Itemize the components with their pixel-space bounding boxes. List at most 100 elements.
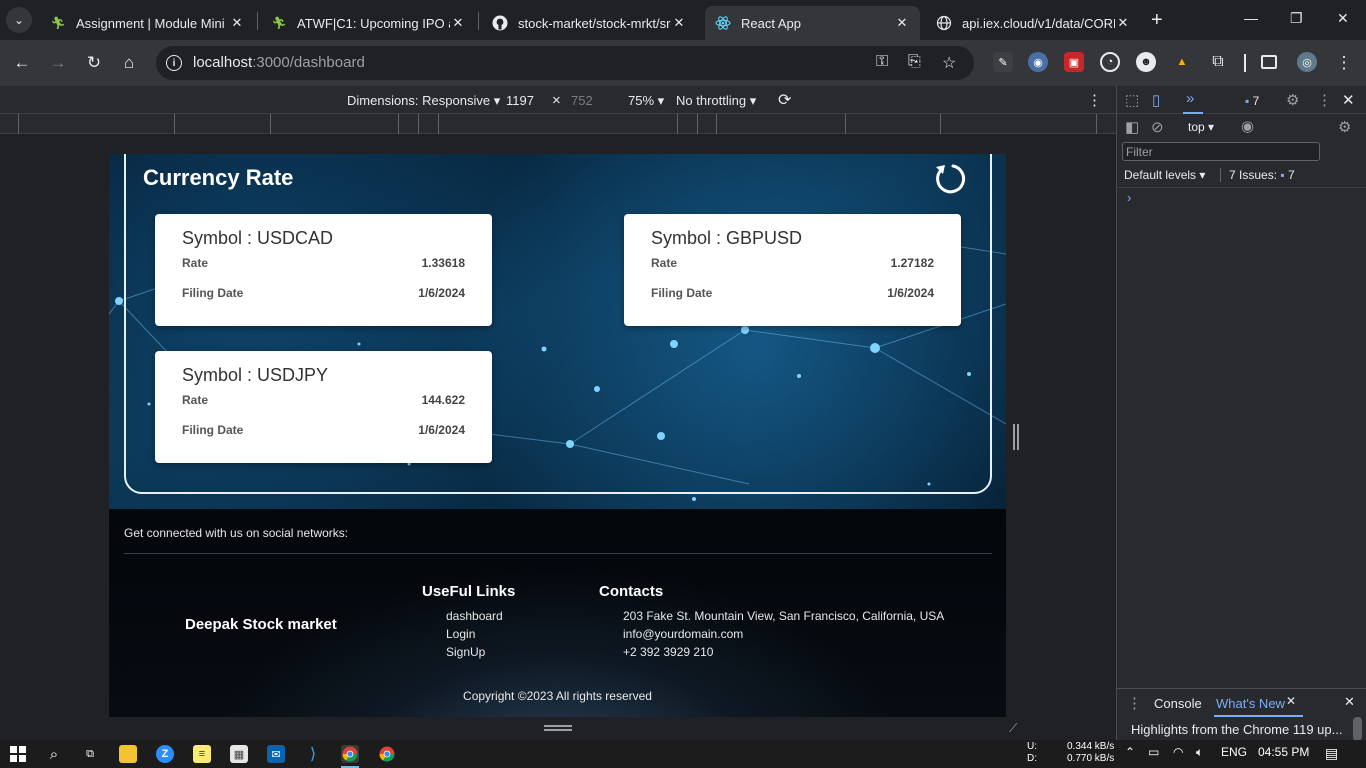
close-window-button[interactable]: ✕ [1337, 10, 1349, 27]
home-button[interactable]: ⌂ [118, 53, 140, 73]
mail-icon[interactable]: ✉ [267, 745, 285, 763]
forward-button[interactable]: → [47, 53, 69, 73]
tab-react-app[interactable]: React App ✕ [705, 6, 920, 40]
live-expression-eye-icon[interactable]: ◉ [1241, 117, 1254, 135]
site-info-icon[interactable]: i [166, 55, 182, 71]
console-prompt-icon[interactable]: › [1127, 190, 1131, 205]
height-input[interactable]: 752 [571, 93, 593, 108]
kebab-menu-icon[interactable]: ⋮ [1333, 53, 1355, 73]
tab-github[interactable]: stock-market/stock-mrkt/src ✕ [482, 6, 697, 40]
bookmark-star-icon[interactable]: ☆ [942, 53, 956, 73]
issues-count: 7 [1252, 94, 1260, 108]
devtools-menu-icon[interactable]: ⋮ [1317, 91, 1332, 109]
key-icon[interactable]: ⚿ [876, 53, 888, 71]
drawer-scrollbar[interactable] [1353, 717, 1362, 741]
new-tab-button[interactable]: + [1151, 10, 1163, 30]
sidebar-toggle-icon[interactable]: ◧ [1125, 118, 1139, 136]
footer-link-dashboard[interactable]: dashboard [446, 609, 503, 623]
task-view-icon[interactable]: ⧉ [81, 745, 99, 763]
extensions-puzzle-icon[interactable]: ⧉ [1208, 52, 1228, 72]
refresh-icon[interactable] [933, 162, 967, 201]
battery-icon[interactable]: ▭ [1148, 745, 1159, 759]
context-select[interactable]: top ▾ [1188, 120, 1214, 134]
extension-pen-icon[interactable]: ✎ [993, 52, 1013, 72]
zoom-app-icon[interactable]: Z [156, 745, 174, 763]
swap-dimensions-icon[interactable]: × [552, 92, 561, 109]
toolbar-divider [1244, 54, 1246, 72]
close-tab-icon[interactable]: ✕ [671, 15, 687, 31]
tray-chevron-icon[interactable]: ⌃ [1125, 745, 1135, 759]
issues-counter[interactable]: ▪ 7 [1245, 94, 1259, 108]
language-indicator[interactable]: ENG [1221, 745, 1247, 759]
levels-select[interactable]: Default levels ▾ [1124, 168, 1205, 182]
vscode-icon[interactable]: ⟩ [304, 745, 322, 763]
useful-links-heading: UseFul Links [422, 583, 516, 600]
extension-blue-icon[interactable]: ◉ [1028, 52, 1048, 72]
tab-search-button[interactable]: ⌄ [6, 7, 32, 33]
filing-date-row: Filing Date 1/6/2024 [182, 423, 465, 437]
drawer-tab-whats-new[interactable]: What's New [1214, 696, 1303, 717]
close-tab-icon[interactable]: ✕ [894, 15, 910, 31]
console-settings-icon[interactable]: ⚙ [1338, 118, 1351, 136]
close-devtools-icon[interactable]: ✕ [1342, 91, 1355, 109]
wifi-icon[interactable]: ◠ [1173, 745, 1183, 759]
url-text[interactable]: localhost:3000/dashboard [193, 54, 365, 71]
file-explorer-icon[interactable] [119, 745, 137, 763]
notepad-icon[interactable]: ≡ [193, 745, 211, 763]
runner-icon: 🏃︎ [50, 16, 66, 30]
profile-avatar[interactable]: ◎ [1297, 52, 1317, 72]
chrome-active-icon[interactable] [341, 745, 359, 763]
tab-assignment[interactable]: 🏃︎ Assignment | Module Mini P ✕ [40, 6, 255, 40]
notifications-icon[interactable]: ▤ [1325, 745, 1338, 762]
clear-console-icon[interactable]: ⊘ [1151, 118, 1164, 136]
viewport-height-resize-handle[interactable] [544, 725, 572, 731]
install-app-icon[interactable]: ⎘ [908, 53, 921, 71]
chrome-icon[interactable] [378, 745, 396, 763]
rotate-icon[interactable]: ⟳ [778, 90, 791, 110]
device-toggle-icon[interactable]: ▯ [1152, 91, 1160, 109]
reload-button[interactable]: ↻ [83, 53, 105, 73]
issues-link[interactable]: 7 Issues: ▪ 7 [1229, 168, 1295, 182]
store-icon[interactable]: ▦ [230, 745, 248, 763]
viewport-corner-resize-handle[interactable]: ⟋ [1009, 721, 1017, 736]
restore-button[interactable]: ❐ [1290, 10, 1303, 27]
media-query-ruler[interactable] [0, 114, 1116, 134]
minimize-button[interactable]: — [1244, 10, 1258, 26]
back-button[interactable]: ← [11, 53, 33, 73]
close-drawer-icon[interactable]: ✕ [1344, 694, 1355, 710]
search-icon[interactable]: ⌕ [45, 745, 63, 763]
settings-gear-icon[interactable]: ⚙ [1286, 91, 1299, 109]
viewport-width-resize-handle[interactable] [1013, 424, 1019, 450]
close-drawer-tab-icon[interactable]: ✕ [1286, 694, 1296, 708]
throttle-select[interactable]: No throttling ▾ [676, 93, 756, 109]
extension-red-icon[interactable]: ▣ [1064, 52, 1084, 72]
address-bar[interactable]: i localhost:3000/dashboard ⚿ ⎘ ☆ [156, 46, 974, 80]
footer-link-signup[interactable]: SignUp [446, 645, 485, 659]
dimensions-select[interactable]: Dimensions: Responsive ▾ [347, 93, 500, 109]
windows-start-icon[interactable] [9, 745, 27, 763]
context-label: top [1188, 120, 1205, 134]
drawer-tab-console[interactable]: Console [1154, 696, 1202, 711]
side-panel-icon[interactable] [1261, 55, 1277, 69]
device-more-icon[interactable]: ⋮ [1087, 91, 1102, 109]
tab-atwf[interactable]: 🏃︎ ATWF|C1: Upcoming IPO anc ✕ [261, 6, 476, 40]
extension-fox-icon[interactable]: ▲ [1172, 52, 1192, 72]
clock[interactable]: 04:55 PM [1258, 745, 1309, 759]
tab-iex-api[interactable]: api.iex.cloud/v1/data/CORE/ ✕ [926, 6, 1141, 40]
console-filter-input[interactable]: Filter [1122, 142, 1320, 161]
width-input[interactable]: 1197 [506, 93, 534, 108]
close-tab-icon[interactable]: ✕ [229, 15, 245, 31]
runner-icon: 🏃︎ [271, 16, 287, 30]
close-tab-icon[interactable]: ✕ [1115, 15, 1131, 31]
inspect-element-icon[interactable]: ⬚ [1125, 91, 1139, 109]
drawer-menu-icon[interactable]: ⋮ [1127, 694, 1142, 712]
extension-face-icon[interactable]: ☻ [1136, 52, 1156, 72]
extension-gauge-icon[interactable]: ◔ [1100, 52, 1120, 72]
zoom-select[interactable]: 75% ▾ [628, 93, 664, 109]
footer-link-login[interactable]: Login [446, 627, 475, 641]
levels-label: Default levels [1124, 168, 1197, 182]
more-tabs-icon[interactable]: » [1186, 90, 1194, 107]
close-tab-icon[interactable]: ✕ [450, 15, 466, 31]
volume-icon[interactable]: 🔈︎ [1196, 745, 1203, 760]
device-toolbar: Dimensions: Responsive ▾ 1197 × 752 75% … [0, 86, 1116, 114]
